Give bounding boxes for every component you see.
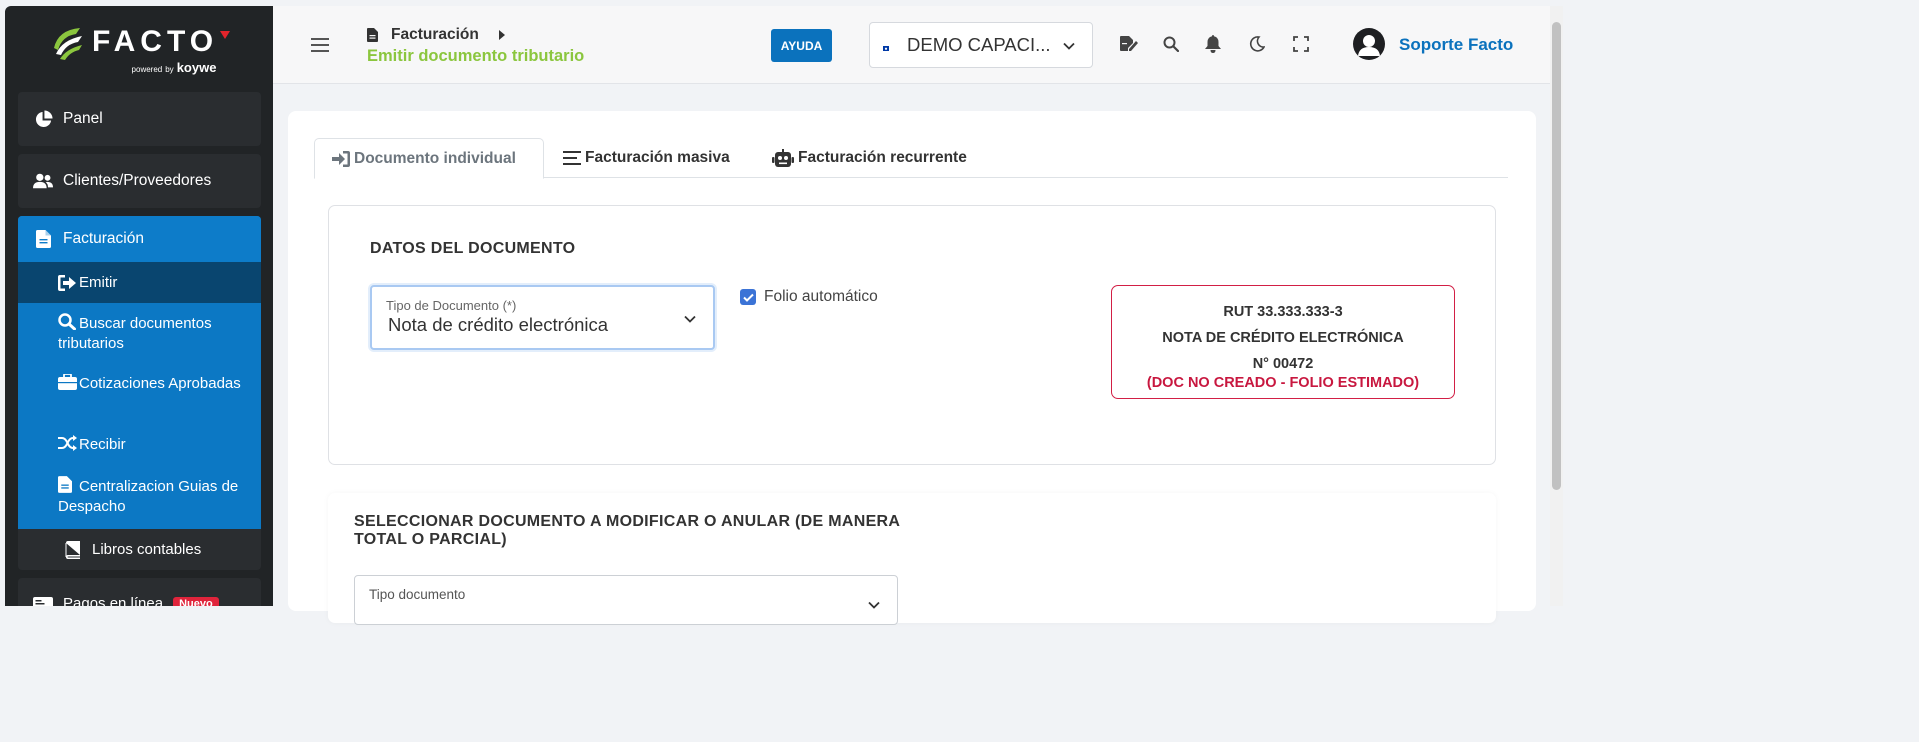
page-title: Emitir documento tributario: [367, 47, 585, 65]
money-icon: [33, 597, 53, 606]
sidebar-subitem-cotizaciones[interactable]: Cotizaciones Aprobadas: [18, 373, 261, 426]
shuffle-icon: [58, 435, 77, 451]
chile-flag-icon: [883, 40, 899, 51]
sidebar-item-pagos[interactable]: Pagos en línea Nuevo: [18, 578, 261, 606]
file-icon: [33, 229, 53, 249]
menu-icon[interactable]: [311, 38, 329, 52]
reference-document-type-select[interactable]: Tipo documento: [354, 575, 898, 625]
folio-status: (DOC NO CREADO - FOLIO ESTIMADO): [1146, 375, 1420, 391]
sidebar-subitem-centralizacion[interactable]: Centralizacion Guias de Despacho: [18, 476, 261, 528]
sidebar-subitem-label: Recibir: [79, 436, 126, 453]
company-select[interactable]: DEMO CAPACI...: [869, 22, 1093, 68]
document-data-section: DATOS DEL DOCUMENTO Tipo de Documento (*…: [328, 205, 1496, 465]
topbar: Facturación Emitir documento tributario …: [273, 6, 1550, 84]
tab-facturacion-masiva[interactable]: Facturación masiva: [563, 138, 730, 178]
sign-in-icon: [332, 150, 350, 167]
reference-document-type-label: Tipo documento: [369, 587, 466, 602]
scrollbar-thumb[interactable]: [1552, 22, 1561, 490]
tab-label: Documento individual: [354, 149, 516, 167]
section-title: DATOS DEL DOCUMENTO: [370, 240, 576, 257]
folio-rut: RUT 33.333.333-3: [1223, 304, 1343, 320]
company-name: DEMO CAPACI...: [907, 34, 1051, 55]
file-icon: [58, 476, 77, 493]
auto-folio-checkbox[interactable]: Folio automático: [740, 288, 878, 306]
sidebar-item-label: Panel: [63, 110, 103, 127]
sidebar-group-facturacion: Facturación Emitir Buscar documentos tri…: [18, 216, 261, 529]
logo-powered: powered by koywe: [132, 60, 217, 75]
briefcase-icon: [58, 373, 77, 390]
document-type-label: Tipo de Documento (*): [386, 298, 517, 313]
new-badge: Nuevo: [173, 597, 219, 606]
sidebar-subitem-label: Emitir: [79, 273, 118, 291]
sidebar-item-label: Facturación: [63, 230, 144, 247]
fullscreen-icon[interactable]: [1291, 34, 1311, 54]
search-icon[interactable]: [1161, 34, 1181, 54]
document-type-value: Nota de crédito electrónica: [388, 314, 609, 335]
facto-logo[interactable]: FACTO powered by koywe: [5, 6, 273, 86]
logo-brand: FACTO: [91, 24, 219, 58]
tab-label: Facturación masiva: [585, 149, 730, 166]
avatar[interactable]: [1353, 28, 1385, 60]
sidebar-subitem-label: Centralizacion Guias de Despacho: [58, 478, 239, 515]
facto-logo-icon: [53, 27, 82, 60]
sidebar-item-label: Clientes/Proveedores: [63, 172, 212, 189]
book-icon: [65, 540, 80, 559]
tab-bar: Documento individual Facturación masiva …: [314, 138, 1508, 179]
sidebar-subitem-emitir[interactable]: Emitir: [18, 262, 261, 303]
list-icon: [563, 151, 581, 165]
chevron-down-icon: [868, 601, 880, 609]
pie-chart-icon: [33, 109, 53, 129]
folio-doc-type: NOTA DE CRÉDITO ELECTRÓNICA: [1162, 330, 1404, 346]
chevron-down-icon: [684, 315, 696, 323]
sidebar-item-facturacion[interactable]: Facturación: [18, 216, 261, 262]
file-icon: [367, 28, 378, 42]
user-name[interactable]: Soporte Facto: [1399, 35, 1513, 55]
sidebar-subitem-recibir[interactable]: Recibir: [18, 435, 261, 463]
logo-company: koywe: [176, 59, 217, 75]
sign-out-icon: [58, 274, 77, 291]
auto-folio-label: Folio automático: [764, 288, 878, 305]
logo-by-text: by: [165, 64, 174, 74]
bell-icon[interactable]: [1203, 34, 1223, 54]
sidebar-subitem-label: Cotizaciones Aprobadas: [79, 375, 241, 392]
sidebar-item-label: Libros contables: [92, 541, 202, 558]
folio-preview: RUT 33.333.333-3 NOTA DE CRÉDITO ELECTRÓ…: [1111, 285, 1455, 399]
help-button[interactable]: AYUDA: [771, 29, 832, 62]
select-document-section: SELECCIONAR DOCUMENTO A MODIFICAR O ANUL…: [328, 493, 1496, 625]
sidebar-item-clientes[interactable]: Clientes/Proveedores: [18, 154, 261, 208]
logo-accent: [220, 30, 231, 39]
sidebar-item-panel[interactable]: Panel: [18, 92, 261, 146]
signature-icon[interactable]: [1119, 34, 1139, 54]
users-icon: [33, 171, 53, 191]
tab-label: Facturación recurrente: [798, 149, 967, 166]
checkbox-checked[interactable]: [740, 289, 756, 305]
caret-right-icon: [499, 30, 505, 40]
sidebar-subitem-label: Buscar documentos tributarios: [58, 315, 212, 352]
sidebar-subitem-buscar[interactable]: Buscar documentos tributarios: [18, 313, 261, 365]
logo-powered-text: powered: [131, 64, 163, 74]
tab-documento-individual[interactable]: Documento individual: [314, 138, 544, 179]
sidebar-item-label: Pagos en línea: [63, 595, 164, 606]
sidebar: FACTO powered by koywe Panel Clientes/Pr…: [5, 6, 273, 606]
folio-number: N° 00472: [1252, 356, 1314, 372]
search-icon: [58, 313, 77, 331]
sidebar-item-libros[interactable]: Libros contables: [18, 529, 261, 570]
moon-icon[interactable]: [1247, 34, 1267, 54]
section-title: SELECCIONAR DOCUMENTO A MODIFICAR O ANUL…: [354, 513, 900, 548]
chevron-down-icon: [1063, 42, 1075, 50]
main-card: Documento individual Facturación masiva …: [288, 111, 1536, 625]
document-type-select[interactable]: Tipo de Documento (*) Nota de crédito el…: [370, 285, 715, 350]
breadcrumb[interactable]: Facturación: [391, 26, 479, 44]
tab-facturacion-recurrente[interactable]: Facturación recurrente: [772, 138, 967, 178]
robot-icon: [772, 149, 794, 167]
